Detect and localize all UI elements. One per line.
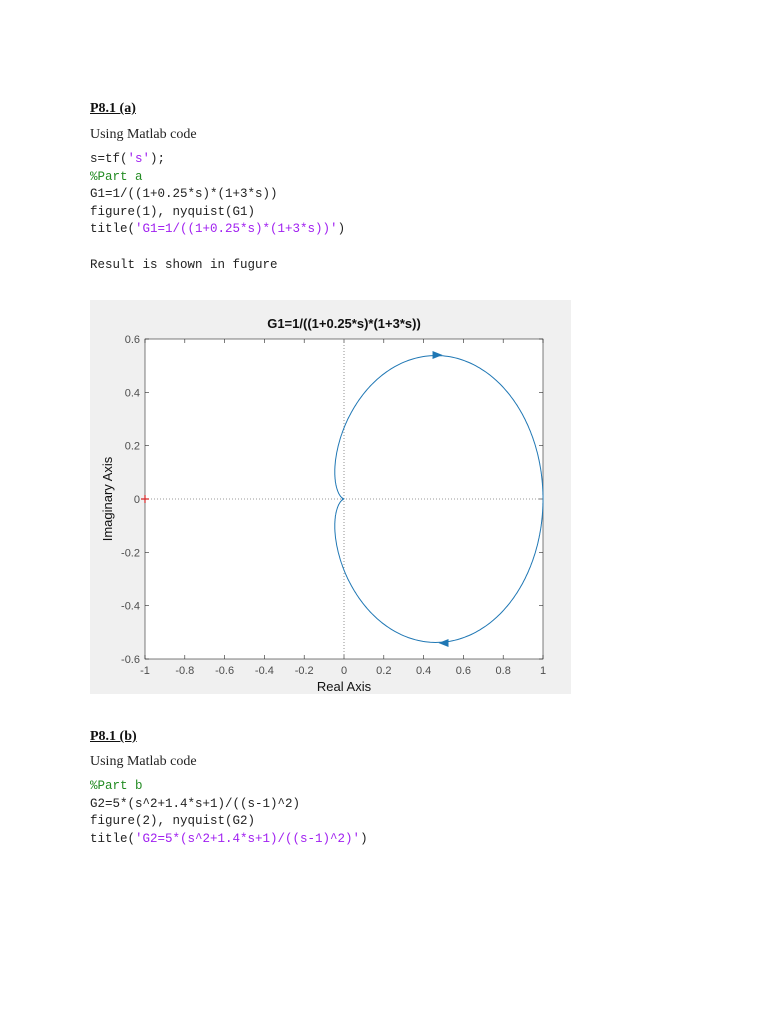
y-tick-label: -0.4 [121,601,140,613]
chart-title: G1=1/((1+0.25*s)*(1+3*s)) [267,316,421,331]
code-line: s=tf('s'); [90,151,345,169]
heading-part-a: P8.1 (a) [90,101,136,116]
code-line: figure(2), nyquist(G2) [90,813,368,831]
code-comment: %Part b [90,779,143,793]
x-axis-label: Real Axis [317,679,372,694]
code-line: G2=5*(s^2+1.4*s+1)/((s-1)^2) [90,796,368,814]
x-tick-label: 0.4 [416,665,431,677]
code-text: title( [90,222,136,236]
nyquist-figure: G1=1/((1+0.25*s)*(1+3*s)) -1 -0.8 -0.6 -0.4 -… [90,300,571,694]
y-axis-label: Imaginary Axis [100,456,115,541]
code-string: 'G2=5*(s^2+1.4*s+1)/((s-1)^2)' [135,831,361,846]
code-text: G2=5*(s^2+1.4*s+1)/((s-1)^2) [90,796,301,811]
code-string: 's' [127,152,151,166]
y-tick-label: 0.6 [125,334,140,346]
code-text: s=tf( [90,152,128,166]
code-line: title('G2=5*(s^2+1.4*s+1)/((s-1)^2)') [90,831,368,849]
y-tick-label: 0.2 [125,441,140,453]
x-tick-label: -0.6 [215,665,234,677]
code-string: 'G1=1/((1+0.25*s)*(1+3*s))' [135,222,338,236]
x-tick-label: 0 [341,665,347,677]
code-text: G1=1/((1+0.25*s)*(1+3*s)) [90,187,278,201]
intro-part-b: Using Matlab code [90,754,197,769]
y-tick-label: -0.6 [121,654,140,666]
code-text: ) [337,222,346,236]
code-text: ); [150,152,166,166]
x-tick-label: 0.2 [376,665,391,677]
code-line: title('G1=1/((1+0.25*s)*(1+3*s))') [90,221,345,239]
result-text: Result is shown in fugure [90,258,278,272]
x-tick-label: 0.8 [496,665,511,677]
x-tick-label: 1 [540,665,546,677]
document-page: P8.1 (a) Using Matlab code s=tf('s'); %Pa… [0,0,768,1024]
code-comment: %Part a [90,169,143,184]
code-line: figure(1), nyquist(G1) [90,204,345,222]
x-tick-label: -0.8 [175,665,194,677]
code-text: title( [90,831,136,846]
code-text: ) [360,831,368,846]
y-tick-label: -0.2 [121,547,140,559]
code-text: figure(2), nyquist(G2) [90,814,256,828]
code-line: G1=1/((1+0.25*s)*(1+3*s)) [90,186,345,204]
code-text: figure(1), nyquist(G1) [90,204,256,219]
x-tick-label: -1 [140,665,150,677]
code-block-part-a: s=tf('s'); %Part a G1=1/((1+0.25*s)*(1+3*s… [90,151,345,239]
heading-part-b: P8.1 (b) [90,729,137,744]
code-line: %Part a [90,169,345,187]
x-tick-label: -0.4 [255,665,274,677]
y-tick-label: 0 [134,494,140,506]
x-tick-label: -0.2 [295,665,314,677]
code-block-part-b: %Part b G2=5*(s^2+1.4*s+1)/((s-1)^2) figur… [90,778,368,848]
code-line: %Part b [90,778,368,796]
x-tick-label: 0.6 [456,665,471,677]
intro-part-a: Using Matlab code [90,127,197,142]
nyquist-plot: G1=1/((1+0.25*s)*(1+3*s)) -1 -0.8 -0.6 -0.4 -… [100,316,546,694]
y-tick-label: 0.4 [125,387,140,399]
